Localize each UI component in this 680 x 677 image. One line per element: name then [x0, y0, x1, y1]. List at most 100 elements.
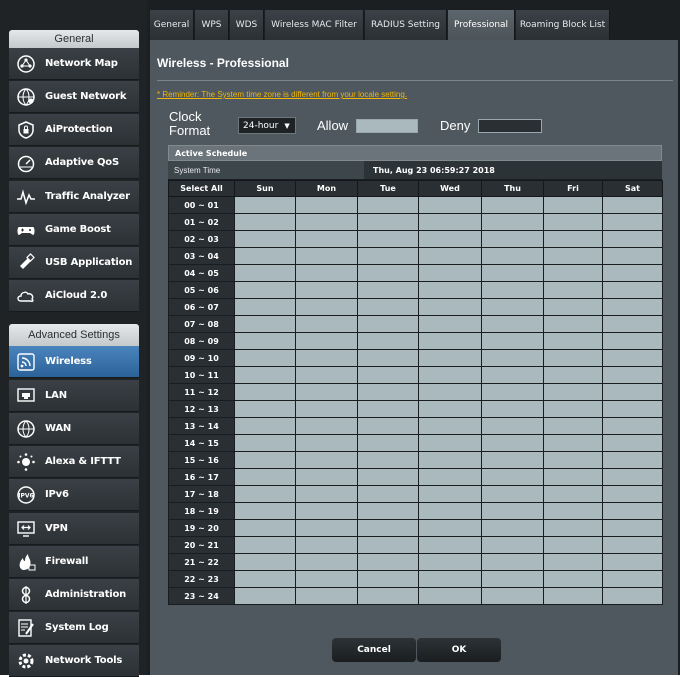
- tab-general[interactable]: General: [150, 10, 194, 40]
- hour-label[interactable]: 07 ~ 08: [168, 315, 235, 333]
- schedule-cell-fri[interactable]: [543, 298, 603, 316]
- schedule-cell-tue[interactable]: [357, 536, 419, 554]
- sidebar-item-network-tools[interactable]: Network Tools: [9, 645, 139, 677]
- schedule-cell-fri[interactable]: [543, 451, 603, 469]
- schedule-cell-wed[interactable]: [418, 502, 482, 520]
- sidebar-item-game-boost[interactable]: Game Boost: [9, 214, 139, 246]
- schedule-cell-wed[interactable]: [418, 519, 482, 537]
- schedule-cell-tue[interactable]: [357, 383, 419, 401]
- schedule-cell-tue[interactable]: [357, 315, 419, 333]
- schedule-cell-fri[interactable]: [543, 366, 603, 384]
- schedule-cell-tue[interactable]: [357, 230, 419, 248]
- schedule-cell-thu[interactable]: [481, 281, 544, 299]
- schedule-cell-fri[interactable]: [543, 417, 603, 435]
- schedule-cell-fri[interactable]: [543, 196, 603, 214]
- schedule-cell-thu[interactable]: [481, 451, 544, 469]
- tab-roaming-block-list[interactable]: Roaming Block List: [516, 10, 610, 40]
- schedule-cell-sat[interactable]: [602, 451, 663, 469]
- schedule-cell-sun[interactable]: [234, 366, 296, 384]
- schedule-cell-tue[interactable]: [357, 349, 419, 367]
- schedule-cell-thu[interactable]: [481, 502, 544, 520]
- schedule-cell-sun[interactable]: [234, 349, 296, 367]
- schedule-cell-sun[interactable]: [234, 553, 296, 571]
- schedule-cell-sat[interactable]: [602, 400, 663, 418]
- schedule-cell-fri[interactable]: [543, 349, 603, 367]
- tab-radius-setting[interactable]: RADIUS Setting: [365, 10, 447, 40]
- schedule-cell-tue[interactable]: [357, 451, 419, 469]
- hour-label[interactable]: 01 ~ 02: [168, 213, 235, 231]
- hour-label[interactable]: 09 ~ 10: [168, 349, 235, 367]
- schedule-cell-thu[interactable]: [481, 468, 544, 486]
- schedule-cell-thu[interactable]: [481, 383, 544, 401]
- schedule-cell-tue[interactable]: [357, 247, 419, 265]
- schedule-cell-sat[interactable]: [602, 570, 663, 588]
- schedule-cell-mon[interactable]: [295, 587, 358, 605]
- schedule-cell-fri[interactable]: [543, 281, 603, 299]
- schedule-cell-sat[interactable]: [602, 332, 663, 350]
- schedule-cell-thu[interactable]: [481, 349, 544, 367]
- schedule-cell-wed[interactable]: [418, 536, 482, 554]
- schedule-cell-mon[interactable]: [295, 536, 358, 554]
- schedule-cell-tue[interactable]: [357, 485, 419, 503]
- schedule-cell-mon[interactable]: [295, 366, 358, 384]
- schedule-cell-tue[interactable]: [357, 213, 419, 231]
- day-header-sun[interactable]: Sun: [234, 180, 296, 197]
- schedule-cell-tue[interactable]: [357, 366, 419, 384]
- hour-label[interactable]: 19 ~ 20: [168, 519, 235, 537]
- schedule-cell-fri[interactable]: [543, 519, 603, 537]
- schedule-cell-wed[interactable]: [418, 451, 482, 469]
- day-header-tue[interactable]: Tue: [357, 180, 419, 197]
- hour-label[interactable]: 05 ~ 06: [168, 281, 235, 299]
- schedule-cell-sat[interactable]: [602, 230, 663, 248]
- hour-label[interactable]: 11 ~ 12: [168, 383, 235, 401]
- schedule-cell-thu[interactable]: [481, 247, 544, 265]
- hour-label[interactable]: 12 ~ 13: [168, 400, 235, 418]
- schedule-cell-sun[interactable]: [234, 587, 296, 605]
- schedule-cell-sun[interactable]: [234, 264, 296, 282]
- schedule-cell-sun[interactable]: [234, 400, 296, 418]
- schedule-cell-sun[interactable]: [234, 383, 296, 401]
- tab-professional[interactable]: Professional: [448, 10, 515, 40]
- schedule-cell-sat[interactable]: [602, 434, 663, 452]
- schedule-cell-mon[interactable]: [295, 298, 358, 316]
- hour-label[interactable]: 04 ~ 05: [168, 264, 235, 282]
- schedule-cell-tue[interactable]: [357, 502, 419, 520]
- schedule-cell-tue[interactable]: [357, 196, 419, 214]
- schedule-cell-sun[interactable]: [234, 196, 296, 214]
- sidebar-item-administration[interactable]: Administration: [9, 579, 139, 611]
- schedule-cell-thu[interactable]: [481, 298, 544, 316]
- schedule-cell-sun[interactable]: [234, 434, 296, 452]
- schedule-cell-tue[interactable]: [357, 587, 419, 605]
- hour-label[interactable]: 14 ~ 15: [168, 434, 235, 452]
- schedule-cell-fri[interactable]: [543, 485, 603, 503]
- sidebar-item-lan[interactable]: LAN: [9, 380, 139, 412]
- tab-wps[interactable]: WPS: [195, 10, 229, 40]
- clock-format-select[interactable]: 24-hour ▼: [238, 117, 296, 134]
- schedule-cell-thu[interactable]: [481, 587, 544, 605]
- schedule-cell-sat[interactable]: [602, 213, 663, 231]
- schedule-cell-mon[interactable]: [295, 400, 358, 418]
- schedule-cell-sat[interactable]: [602, 366, 663, 384]
- hour-label[interactable]: 21 ~ 22: [168, 553, 235, 571]
- sidebar-item-alexa-ifttt[interactable]: Alexa & IFTTT: [9, 446, 139, 478]
- schedule-cell-tue[interactable]: [357, 468, 419, 486]
- schedule-cell-mon[interactable]: [295, 553, 358, 571]
- schedule-cell-tue[interactable]: [357, 332, 419, 350]
- schedule-cell-sun[interactable]: [234, 230, 296, 248]
- schedule-cell-wed[interactable]: [418, 196, 482, 214]
- hour-label[interactable]: 08 ~ 09: [168, 332, 235, 350]
- schedule-cell-tue[interactable]: [357, 553, 419, 571]
- schedule-cell-sat[interactable]: [602, 315, 663, 333]
- schedule-cell-sun[interactable]: [234, 298, 296, 316]
- schedule-cell-tue[interactable]: [357, 264, 419, 282]
- schedule-cell-wed[interactable]: [418, 383, 482, 401]
- hour-label[interactable]: 20 ~ 21: [168, 536, 235, 554]
- schedule-cell-wed[interactable]: [418, 349, 482, 367]
- day-header-mon[interactable]: Mon: [295, 180, 358, 197]
- schedule-cell-sun[interactable]: [234, 570, 296, 588]
- schedule-cell-sat[interactable]: [602, 587, 663, 605]
- schedule-cell-wed[interactable]: [418, 230, 482, 248]
- schedule-cell-thu[interactable]: [481, 553, 544, 571]
- schedule-cell-thu[interactable]: [481, 434, 544, 452]
- schedule-cell-thu[interactable]: [481, 536, 544, 554]
